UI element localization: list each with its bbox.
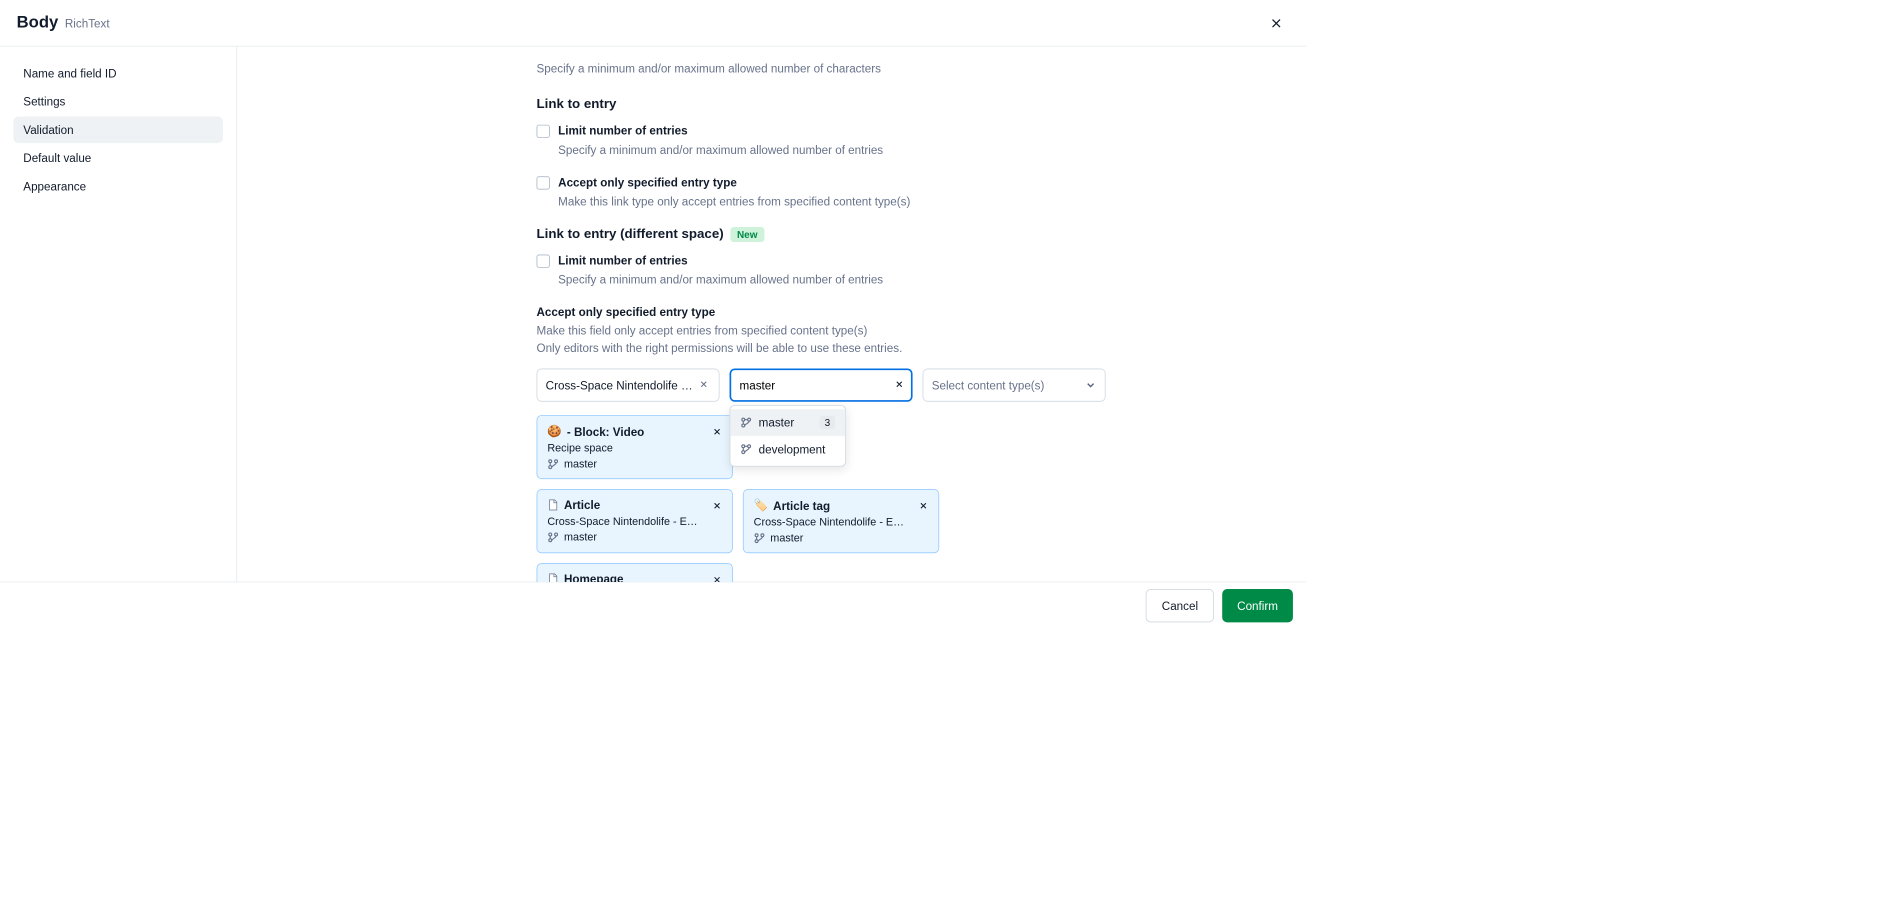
chevron-down-icon [1085, 379, 1097, 391]
close-icon [1269, 15, 1284, 30]
accept-diff-desc-2: Only editors with the right permissions … [537, 341, 903, 354]
dialog-title: Body [17, 13, 59, 32]
type-chip: 🍪 - Block: Video Recipe space master [537, 415, 733, 479]
close-icon [712, 427, 722, 437]
page-icon [547, 499, 559, 511]
close-button[interactable] [1263, 10, 1290, 37]
type-chip: Article Cross-Space Nintendolife - E… ma… [537, 489, 733, 553]
accept-diff-title: Accept only specified entry type [537, 305, 1103, 318]
close-icon [894, 379, 904, 389]
branch-icon [547, 531, 559, 543]
nav-validation[interactable]: Validation [13, 116, 223, 143]
chip-space: Recipe space [547, 442, 722, 454]
environment-input-wrapper [730, 369, 913, 402]
sidebar: Name and field ID Settings Validation De… [0, 47, 237, 582]
chip-title: Article [564, 498, 600, 511]
limit-entries-label: Limit number of entries [558, 124, 687, 137]
limit-entries-checkbox[interactable] [537, 125, 550, 138]
chip-space: Cross-Space Nintendolife - E… [547, 515, 722, 527]
dialog-footer: Cancel Confirm [0, 582, 1306, 629]
cancel-button[interactable]: Cancel [1146, 589, 1214, 622]
main-panel: Specify a minimum and/or maximum allowed… [237, 47, 1306, 582]
accept-type-label: Accept only specified entry type [558, 176, 737, 189]
chip-title: - Block: Video [567, 425, 644, 438]
dialog-header: Body RichText [0, 0, 1306, 47]
limit-entries-diff-label: Limit number of entries [558, 254, 687, 267]
accept-diff-desc: Make this field only accept entries from… [537, 322, 1103, 357]
confirm-button[interactable]: Confirm [1222, 589, 1293, 622]
nav-appearance[interactable]: Appearance [13, 173, 223, 200]
space-clear-button[interactable] [697, 377, 710, 394]
accept-type-checkbox[interactable] [537, 176, 550, 189]
environment-clear-button[interactable] [894, 379, 904, 392]
type-chip: 🏷️ Article tag Cross-Space Nintendolife … [743, 489, 939, 553]
chip-remove-button[interactable] [709, 497, 726, 517]
close-icon [699, 379, 709, 389]
new-badge: New [730, 227, 764, 242]
page-icon [547, 573, 559, 581]
chip-space: Cross-Space Nintendolife - E… [754, 516, 929, 528]
content-type-placeholder: Select content type(s) [932, 379, 1045, 392]
limit-entries-help: Specify a minimum and/or maximum allowed… [558, 141, 1102, 158]
type-chip: Homepage Cross-Space Nintendolife - E… m… [537, 563, 733, 581]
chip-emoji-icon: 🍪 [547, 424, 562, 438]
branch-icon [754, 532, 766, 544]
space-select[interactable]: Cross-Space Nintendolife … [537, 369, 720, 402]
nav-default-value[interactable]: Default value [13, 145, 223, 172]
chip-remove-button[interactable] [915, 497, 932, 517]
chip-environment: master [564, 531, 597, 543]
close-icon [919, 501, 929, 511]
section-link-entry-diff-title: Link to entry (different space) [537, 227, 724, 242]
autocomplete-count: 3 [820, 416, 836, 429]
autocomplete-item-master[interactable]: master 3 [730, 409, 845, 436]
chip-title: Article tag [773, 499, 830, 512]
chip-emoji-icon: 🏷️ [754, 498, 769, 512]
close-icon [712, 575, 722, 582]
section-link-to-entry: Link to entry [537, 97, 1103, 112]
char-limit-help: Specify a minimum and/or maximum allowed… [537, 60, 1103, 77]
chip-environment: master [770, 532, 803, 544]
environment-input[interactable] [740, 379, 888, 392]
space-select-value: Cross-Space Nintendolife … [546, 379, 693, 392]
accept-diff-desc-1: Make this field only accept entries from… [537, 324, 868, 337]
autocomplete-label: master [759, 416, 795, 429]
chip-environment: master [564, 458, 597, 470]
nav-name-field-id[interactable]: Name and field ID [13, 60, 223, 87]
chip-title: Homepage [564, 572, 624, 581]
close-icon [712, 501, 722, 511]
chip-remove-button[interactable] [709, 571, 726, 582]
autocomplete-item-development[interactable]: development [730, 436, 845, 463]
nav-settings[interactable]: Settings [13, 88, 223, 115]
limit-entries-diff-help: Specify a minimum and/or maximum allowed… [558, 271, 1102, 288]
content-type-select[interactable]: Select content type(s) [923, 369, 1106, 402]
dialog-subtitle: RichText [65, 16, 110, 29]
branch-icon [547, 458, 559, 470]
chip-remove-button[interactable] [709, 423, 726, 443]
accept-type-help: Make this link type only accept entries … [558, 193, 1102, 210]
environment-autocomplete: master 3 development [730, 405, 846, 467]
branch-icon [740, 417, 752, 429]
section-link-entry-diff-space: Link to entry (different space) New [537, 227, 1103, 242]
branch-icon [740, 443, 752, 455]
autocomplete-label: development [759, 443, 826, 456]
limit-entries-diff-checkbox[interactable] [537, 255, 550, 268]
